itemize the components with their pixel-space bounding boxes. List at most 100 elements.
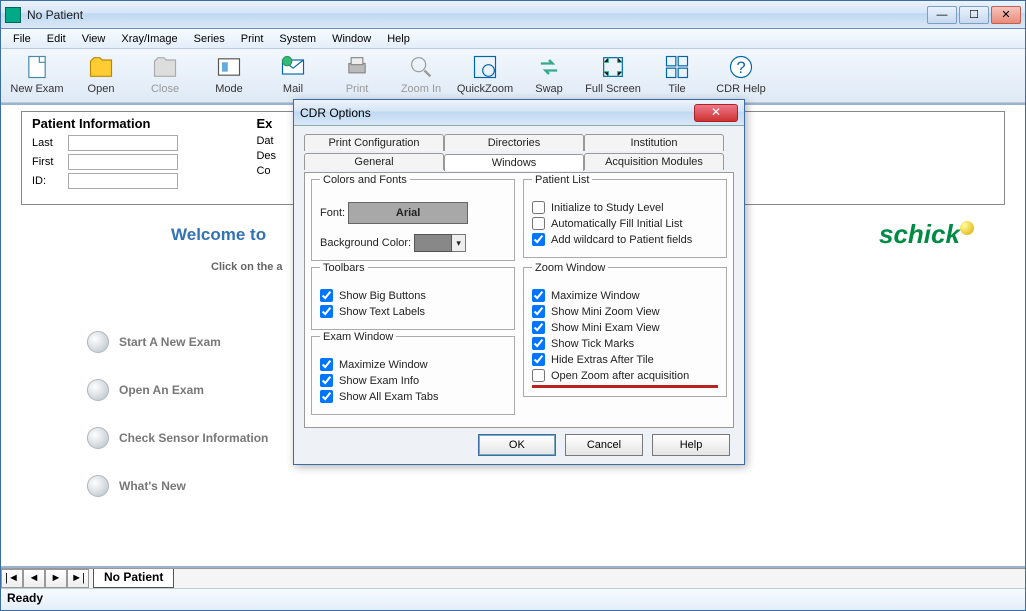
checkbox[interactable]: [532, 353, 545, 366]
font-label: Font:: [320, 207, 345, 219]
page-icon: [23, 53, 51, 81]
dialog-title-bar: CDR Options ✕: [294, 100, 744, 126]
menu-series[interactable]: Series: [186, 33, 233, 45]
checkbox[interactable]: [532, 201, 545, 214]
arrow-circle-icon: [87, 427, 109, 449]
status-bar: Ready: [1, 588, 1025, 610]
menu-system[interactable]: System: [271, 33, 324, 45]
zoom-window-group: Zoom Window Maximize WindowShow Mini Zoo…: [523, 267, 727, 397]
option-hide-extras-after-tile[interactable]: Hide Extras After Tile: [532, 353, 718, 366]
mail-icon: [279, 53, 307, 81]
option-show-exam-info[interactable]: Show Exam Info: [320, 374, 506, 387]
option-show-mini-exam-view[interactable]: Show Mini Exam View: [532, 321, 718, 334]
toolbar-mail[interactable]: Mail: [261, 51, 325, 100]
checkbox[interactable]: [320, 305, 333, 318]
checkbox[interactable]: [532, 369, 545, 382]
checkbox[interactable]: [532, 321, 545, 334]
welcome-subtitle: Click on the a: [211, 261, 283, 273]
label-comment: Co: [256, 165, 292, 177]
bg-color-dropdown[interactable]: ▾: [452, 234, 466, 252]
option-show-tick-marks[interactable]: Show Tick Marks: [532, 337, 718, 350]
welcome-title: Welcome to: [171, 225, 266, 245]
closefolder-icon: [151, 53, 179, 81]
menu-file[interactable]: File: [5, 33, 39, 45]
app-icon: [5, 7, 21, 23]
arrow-circle-icon: [87, 379, 109, 401]
quick-link-check-sensor-information[interactable]: Check Sensor Information: [87, 427, 268, 449]
menu-help[interactable]: Help: [379, 33, 418, 45]
help-button[interactable]: Help: [652, 434, 730, 456]
checkbox[interactable]: [532, 217, 545, 230]
input-last[interactable]: [68, 135, 178, 151]
print-icon: [343, 53, 371, 81]
toolbar-swap[interactable]: Swap: [517, 51, 581, 100]
option-add-wildcard-to-patient-fields[interactable]: Add wildcard to Patient fields: [532, 233, 718, 246]
toolbar-new-exam[interactable]: New Exam: [5, 51, 69, 100]
title-bar: No Patient — ☐ ✕: [1, 1, 1025, 29]
toolbar-open[interactable]: Open: [69, 51, 133, 100]
option-open-zoom-after-acquisition[interactable]: Open Zoom after acquisition: [532, 369, 718, 382]
option-initialize-to-study-level[interactable]: Initialize to Study Level: [532, 201, 718, 214]
document-tab[interactable]: No Patient: [93, 569, 174, 588]
option-show-text-labels[interactable]: Show Text Labels: [320, 305, 506, 318]
checkbox[interactable]: [532, 289, 545, 302]
minimize-button[interactable]: —: [927, 6, 957, 24]
checkbox[interactable]: [320, 374, 333, 387]
option-automatically-fill-initial-list[interactable]: Automatically Fill Initial List: [532, 217, 718, 230]
checkbox[interactable]: [532, 233, 545, 246]
toolbar-full-screen[interactable]: Full Screen: [581, 51, 645, 100]
quick-link-start-a-new-exam[interactable]: Start A New Exam: [87, 331, 221, 353]
toolbar-close: Close: [133, 51, 197, 100]
toolbar-quickzoom[interactable]: QuickZoom: [453, 51, 517, 100]
dialog-title: CDR Options: [300, 106, 694, 120]
tab-windows[interactable]: Windows: [444, 154, 584, 171]
tab-nav-last[interactable]: ►|: [67, 569, 89, 588]
bg-color-swatch[interactable]: [414, 234, 452, 252]
ok-button[interactable]: OK: [478, 434, 556, 456]
option-show-all-exam-tabs[interactable]: Show All Exam Tabs: [320, 390, 506, 403]
tab-general[interactable]: General: [304, 153, 444, 170]
input-id[interactable]: [68, 173, 178, 189]
menu-window[interactable]: Window: [324, 33, 379, 45]
tile-icon: [663, 53, 691, 81]
toolbar-cdr-help[interactable]: ?CDR Help: [709, 51, 773, 100]
menu-view[interactable]: View: [74, 33, 114, 45]
close-button[interactable]: ✕: [991, 6, 1021, 24]
patient-info-heading: Patient Information: [32, 116, 252, 131]
colors-and-fonts-group: Colors and Fonts Font: Arial Background …: [311, 179, 515, 261]
option-maximize-window[interactable]: Maximize Window: [532, 289, 718, 302]
quick-link-open-an-exam[interactable]: Open An Exam: [87, 379, 204, 401]
option-show-big-buttons[interactable]: Show Big Buttons: [320, 289, 506, 302]
tab-print-configuration[interactable]: Print Configuration: [304, 134, 444, 151]
mode-icon: [215, 53, 243, 81]
tab-nav-next[interactable]: ►: [45, 569, 67, 588]
checkbox[interactable]: [532, 337, 545, 350]
tab-content-windows: Colors and Fonts Font: Arial Background …: [304, 172, 734, 428]
checkbox[interactable]: [320, 358, 333, 371]
font-button[interactable]: Arial: [348, 202, 468, 224]
input-first[interactable]: [68, 154, 178, 170]
checkbox[interactable]: [320, 390, 333, 403]
folder-icon: [87, 53, 115, 81]
option-show-mini-zoom-view[interactable]: Show Mini Zoom View: [532, 305, 718, 318]
tab-nav-first[interactable]: |◄: [1, 569, 23, 588]
option-maximize-window[interactable]: Maximize Window: [320, 358, 506, 371]
menu-print[interactable]: Print: [233, 33, 272, 45]
toolbar-mode[interactable]: Mode: [197, 51, 261, 100]
quick-link-what's-new[interactable]: What's New: [87, 475, 186, 497]
maximize-button[interactable]: ☐: [959, 6, 989, 24]
label-date: Dat: [256, 135, 292, 147]
checkbox[interactable]: [532, 305, 545, 318]
cancel-button[interactable]: Cancel: [565, 434, 643, 456]
toolbar-tile[interactable]: Tile: [645, 51, 709, 100]
tab-directories[interactable]: Directories: [444, 134, 584, 151]
tab-acquisition-modules[interactable]: Acquisition Modules: [584, 153, 724, 170]
main-toolbar: New ExamOpenCloseModeMailPrintZoom InQui…: [1, 49, 1025, 103]
menu-xray-image[interactable]: Xray/Image: [113, 33, 185, 45]
tab-institution[interactable]: Institution: [584, 134, 724, 151]
tab-nav-prev[interactable]: ◄: [23, 569, 45, 588]
checkbox[interactable]: [320, 289, 333, 302]
exam-info-heading: Ex: [256, 116, 292, 131]
menu-edit[interactable]: Edit: [39, 33, 74, 45]
dialog-close-button[interactable]: ✕: [694, 104, 738, 122]
